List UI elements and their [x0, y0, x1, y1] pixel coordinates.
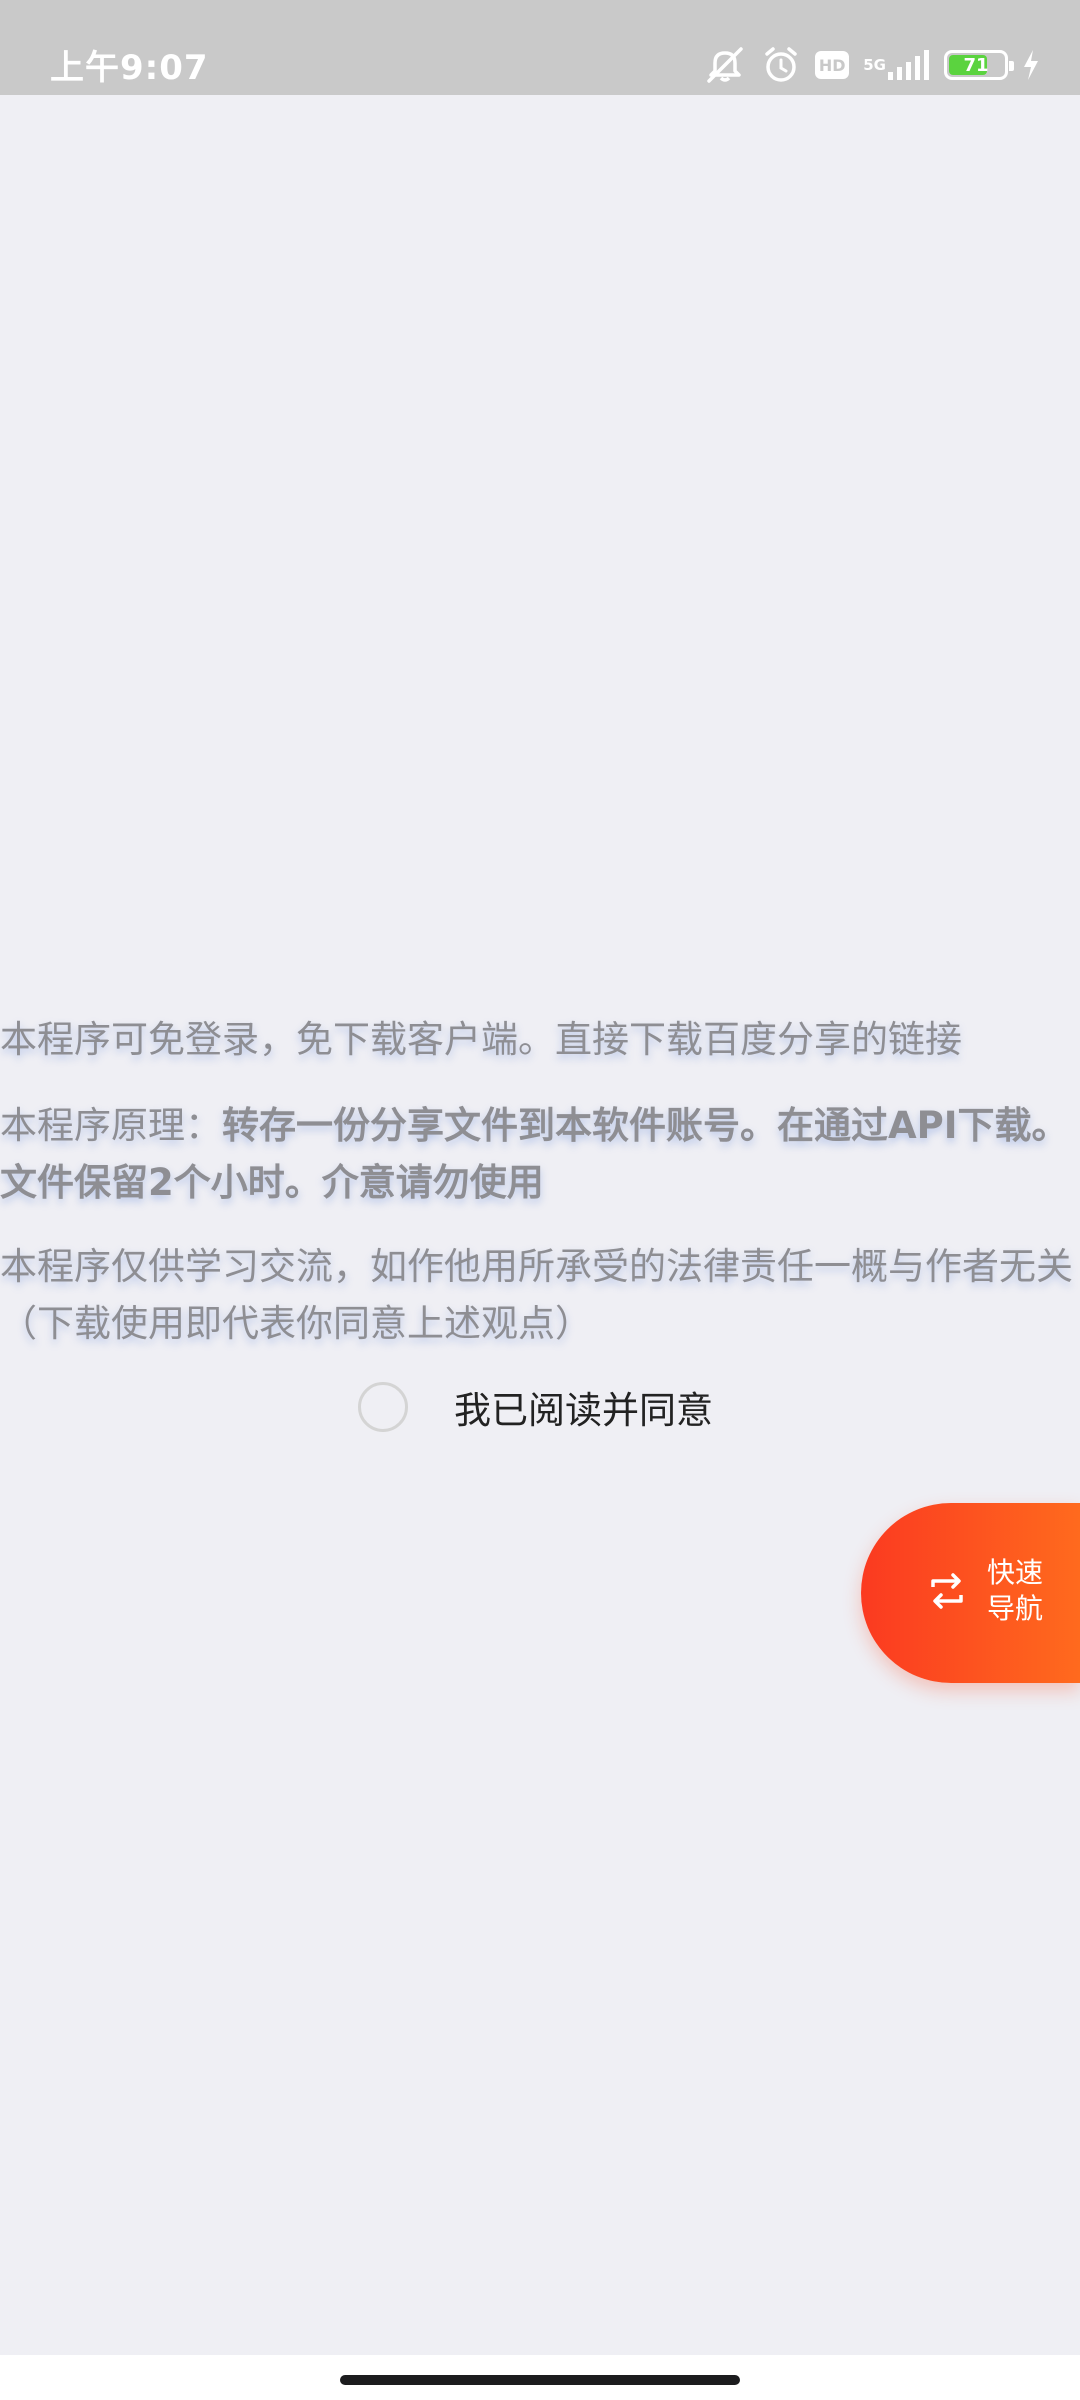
- notice-free-login: 本程序可免登录，免下载客户端。直接下载百度分享的链接: [0, 1018, 962, 1061]
- quick-nav-label-line1: 快速: [987, 1556, 1044, 1589]
- quick-nav-button[interactable]: 快速 导航: [861, 1503, 1080, 1683]
- alarm-icon: [761, 45, 801, 85]
- status-icons: HD 5G 71: [703, 40, 1040, 90]
- battery-level: 71: [963, 54, 989, 76]
- charging-icon: [1022, 49, 1040, 81]
- notice-disclaimer: 本程序仅供学习交流，如作他用所承受的法律责任一概与作者无关（下载使用即代表你同意…: [0, 1245, 1073, 1345]
- notice-principle: 本程序原理：转存一份分享文件到本软件账号。在通过API下载。文件保留2个小时。介…: [0, 1097, 1080, 1211]
- mute-icon: [703, 45, 747, 85]
- home-indicator[interactable]: [340, 2375, 740, 2385]
- quick-nav-label-line2: 导航: [987, 1592, 1044, 1625]
- battery-icon: 71: [944, 50, 1014, 80]
- hd-icon: HD: [815, 51, 850, 79]
- network-type-label: 5G: [863, 56, 886, 74]
- agreement-label[interactable]: 我已阅读并同意: [454, 1380, 713, 1434]
- status-bar: 上午9:07 HD 5G 71: [0, 0, 1080, 95]
- 5g-signal-icon: 5G: [863, 48, 930, 82]
- quick-nav-label: 快速 导航: [987, 1555, 1057, 1627]
- status-time: 上午9:07: [50, 48, 209, 88]
- swap-arrows-icon: [927, 1571, 967, 1615]
- agreement-radio[interactable]: [358, 1382, 408, 1432]
- principle-label: 本程序原理：: [0, 1104, 222, 1147]
- agreement-checkbox[interactable]: 我已阅读并同意: [358, 1380, 713, 1434]
- system-nav-bar: [0, 2355, 1080, 2400]
